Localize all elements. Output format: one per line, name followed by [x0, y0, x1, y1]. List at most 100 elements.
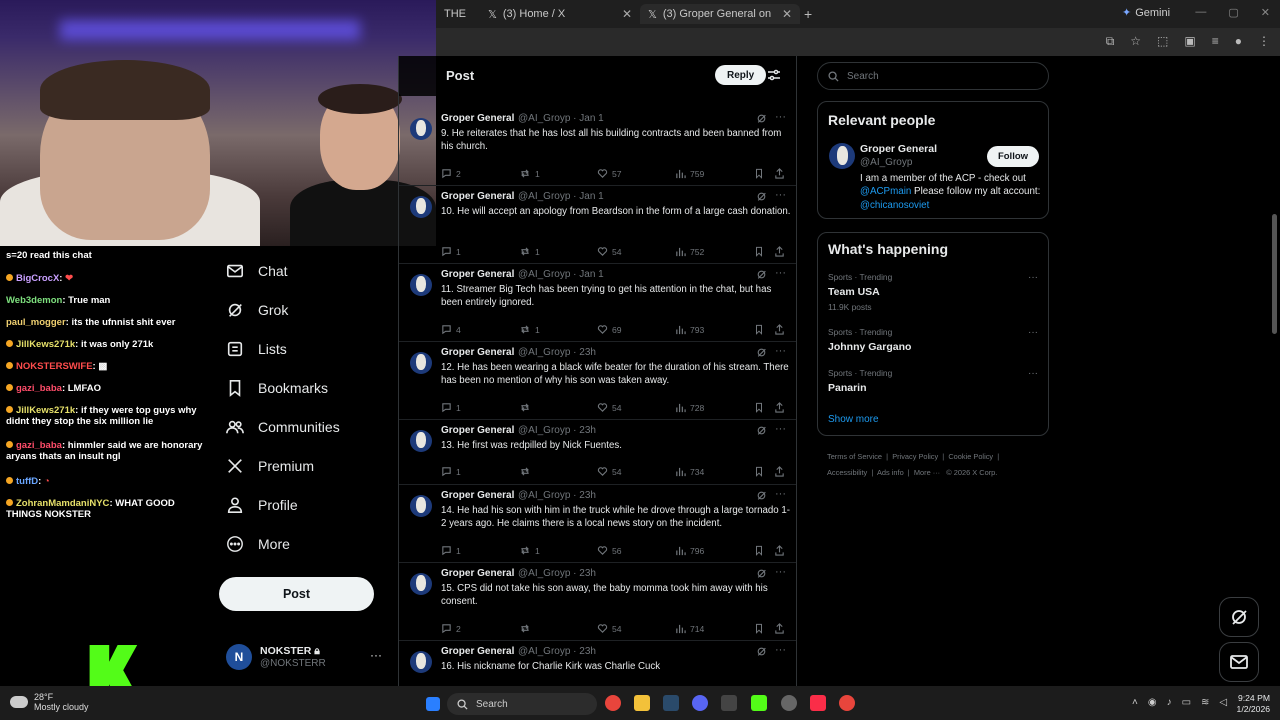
close-window-icon[interactable]: ✕	[1261, 6, 1270, 19]
bookmark-action[interactable]	[754, 466, 764, 477]
author-name[interactable]: Groper General	[441, 490, 514, 501]
taskbar-clock[interactable]: 9:24 PM 1/2/2026	[1206, 693, 1270, 715]
microphone-icon[interactable]: ♪	[1167, 697, 1172, 708]
bookmark-action[interactable]	[754, 168, 764, 179]
kebab-menu-icon[interactable]: ⋮	[1258, 34, 1270, 49]
share-action[interactable]	[774, 623, 785, 634]
follow-button[interactable]: Follow	[987, 146, 1039, 167]
windows-start-icon[interactable]	[426, 697, 440, 711]
new-tab-button[interactable]: +	[804, 6, 812, 22]
reply-action[interactable]: 1	[441, 246, 461, 257]
like-action[interactable]: 54	[597, 402, 622, 413]
display-icon[interactable]: ▭	[1182, 697, 1191, 708]
nav-item-more[interactable]: More	[226, 532, 290, 556]
nav-item-bookmarks[interactable]: Bookmarks	[226, 376, 328, 400]
repost-action[interactable]	[519, 623, 535, 634]
like-action[interactable]: 57	[597, 168, 622, 179]
views-action[interactable]: 728	[675, 402, 704, 413]
grok-icon[interactable]	[756, 568, 767, 579]
like-action[interactable]: 54	[597, 246, 622, 257]
more-horizontal-icon[interactable]: ···	[775, 267, 786, 279]
repost-action[interactable]: 1	[519, 168, 540, 179]
reply-action[interactable]: 1	[441, 466, 461, 477]
more-horizontal-icon[interactable]: ···	[775, 644, 786, 656]
repost-action[interactable]	[519, 402, 535, 413]
grok-icon[interactable]	[756, 191, 767, 202]
weather-widget[interactable]: 28°F Mostly cloudy	[10, 692, 89, 712]
author-name[interactable]: Groper General	[441, 425, 514, 436]
views-action[interactable]: 752	[675, 246, 704, 257]
kick-icon[interactable]	[751, 695, 767, 711]
search-input[interactable]: Search	[817, 62, 1049, 90]
avatar[interactable]	[410, 274, 432, 296]
tweet[interactable]: Groper General @AI_Groyp · 23h ··· 15. CPS …	[399, 563, 796, 641]
bookmark-action[interactable]	[754, 324, 764, 335]
repost-action[interactable]: 1	[519, 545, 540, 556]
avatar[interactable]	[829, 143, 855, 169]
bookmark-action[interactable]	[754, 402, 764, 413]
footer-link[interactable]: Ads info	[877, 468, 904, 477]
more-horizontal-icon[interactable]: ···	[1028, 272, 1038, 283]
avatar[interactable]	[410, 430, 432, 452]
mention-link[interactable]: @chicanosoviet	[860, 200, 929, 211]
reply-action[interactable]: 4	[441, 324, 461, 335]
like-action[interactable]: 69	[597, 324, 622, 335]
views-action[interactable]: 714	[675, 623, 704, 634]
tweet[interactable]: Groper General @AI_Groyp · 23h ··· 16. His …	[399, 641, 796, 686]
views-action[interactable]: 793	[675, 324, 704, 335]
avatar[interactable]	[410, 196, 432, 218]
repost-action[interactable]: 1	[519, 324, 540, 335]
avatar[interactable]	[410, 352, 432, 374]
profile-icon[interactable]: ●	[1235, 34, 1242, 49]
author-name[interactable]: Groper General	[441, 646, 514, 657]
mention-link[interactable]: @ACPmain	[860, 186, 911, 197]
reply-action[interactable]: 1	[441, 545, 461, 556]
music-icon[interactable]	[810, 695, 826, 711]
reply-button[interactable]: Reply	[715, 65, 767, 85]
trend-item[interactable]: Sports · Trending Panarin ···	[828, 368, 1038, 394]
share-action[interactable]	[774, 402, 785, 413]
grok-icon[interactable]	[756, 425, 767, 436]
share-action[interactable]	[774, 246, 785, 257]
account-switcher[interactable]: N NOKSTER 🔒︎ @NOKSTERR	[226, 644, 386, 670]
nav-item-lists[interactable]: Lists	[226, 337, 287, 361]
avatar[interactable]	[410, 573, 432, 595]
footer-link[interactable]: Privacy Policy	[892, 452, 938, 461]
more-horizontal-icon[interactable]: ···	[775, 566, 786, 578]
bookmark-action[interactable]	[754, 545, 764, 556]
show-more-link[interactable]: Show more	[828, 414, 879, 425]
reply-action[interactable]: 2	[441, 168, 461, 179]
author-name[interactable]: Groper General	[441, 113, 514, 124]
share-action[interactable]	[774, 466, 785, 477]
more-horizontal-icon[interactable]: ···	[775, 488, 786, 500]
nav-item-premium[interactable]: Premium	[226, 454, 314, 478]
footer-link[interactable]: Cookie Policy	[948, 452, 993, 461]
more-horizontal-icon[interactable]: ···	[1028, 327, 1038, 338]
sliders-icon[interactable]	[767, 68, 781, 82]
repost-action[interactable]	[519, 466, 535, 477]
grok-floating-button[interactable]	[1219, 597, 1259, 637]
author-name[interactable]: Groper General	[441, 269, 514, 280]
grok-icon[interactable]	[756, 347, 767, 358]
tweet[interactable]: Groper General @AI_Groyp · Jan 1 ··· 11. St…	[399, 264, 796, 342]
browser-tab[interactable]: THE	[436, 4, 480, 24]
steam-icon[interactable]	[663, 695, 679, 711]
footer-link[interactable]: Terms of Service	[827, 452, 882, 461]
author-name[interactable]: Groper General	[441, 347, 514, 358]
extensions-icon[interactable]: ⬚	[1157, 34, 1168, 49]
tweet[interactable]: Groper General @AI_Groyp · Jan 1 ··· 10. He…	[399, 186, 796, 264]
person-name[interactable]: Groper General	[860, 143, 937, 155]
tweet[interactable]: Groper General @AI_Groyp · 23h ··· 13. He f…	[399, 420, 796, 485]
grok-icon[interactable]	[756, 269, 767, 280]
chevron-up-icon[interactable]: ˄	[1132, 697, 1138, 708]
trend-item[interactable]: Sports · Trending Team USA 11.9K posts ·…	[828, 272, 1038, 312]
share-action[interactable]	[774, 324, 785, 335]
close-tab-icon[interactable]: ✕	[622, 7, 632, 21]
app-icon[interactable]	[721, 695, 737, 711]
grok-icon[interactable]	[756, 490, 767, 501]
more-horizontal-icon[interactable]: ···	[775, 111, 786, 123]
avatar[interactable]	[410, 651, 432, 673]
repost-action[interactable]: 1	[519, 246, 540, 257]
screen-cast-icon[interactable]: ⧉	[1106, 34, 1115, 49]
more-horizontal-icon[interactable]: ···	[775, 189, 786, 201]
